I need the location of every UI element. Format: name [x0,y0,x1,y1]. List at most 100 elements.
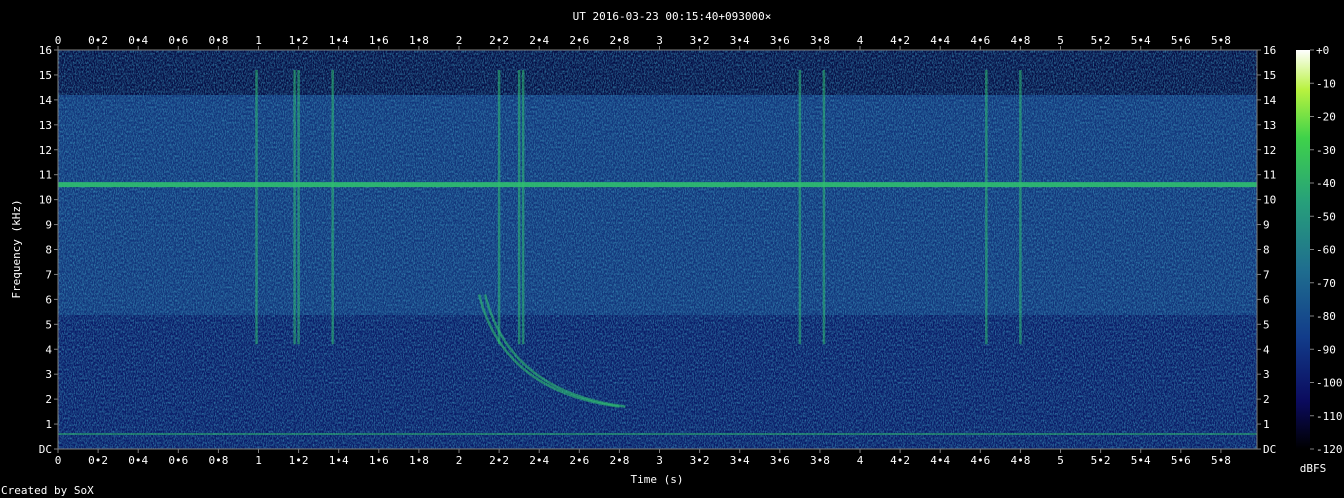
x-tick-label: 4•2 [890,34,910,47]
y-tick-label: 15 [1263,69,1276,82]
x-tick-label: 2•8 [609,454,629,467]
x-tick-label: 2•2 [489,34,509,47]
x-tick-label: 1•6 [369,34,389,47]
x-tick-label: 0•2 [88,34,108,47]
x-tick-label: 4 [857,34,864,47]
y-tick-label: 3 [45,368,52,381]
x-tick-label: 1•6 [369,454,389,467]
y-tick-label: 1 [1263,418,1270,431]
x-tick-label: 5 [1057,454,1064,467]
colorbar-tick-label: -10 [1316,77,1336,90]
y-tick-label: 16 [1263,44,1276,57]
chart-title: UT 2016-03-23 00:15:40+093000× [573,10,772,23]
x-tick-label: 4 [857,454,864,467]
x-tick-label: 4•6 [970,454,990,467]
plot-area [57,49,1258,450]
x-tick-label: 3•6 [770,454,790,467]
x-tick-label: 1•2 [289,454,309,467]
y-tick-label: 5 [45,318,52,331]
y-tick-label: 14 [1263,94,1277,107]
x-axis-label: Time (s) [631,473,684,486]
x-tick-label: 0•6 [168,34,188,47]
x-tick-label: 5•8 [1211,34,1231,47]
colorbar-gradient [1296,50,1310,449]
x-axis-bottom: 0 0•2 0•4 0•6 0•8 1 1•2 1•4 1•6 1•8 2 2•2 2•4 2•6 2•8 3… [55,449,1231,467]
y-tick-label: 14 [39,94,53,107]
y-tick-label: 10 [1263,194,1276,207]
y-tick-label: 1 [45,418,52,431]
colorbar-tick-label: +0 [1316,44,1329,57]
x-tick-label: 2•8 [609,34,629,47]
x-tick-label: 4•4 [930,454,950,467]
y-tick-label: 6 [1263,293,1270,306]
x-tick-label: 5•4 [1131,34,1151,47]
x-tick-label: 0•4 [128,454,148,467]
y-tick-label: 4 [1263,343,1270,356]
y-tick-label: 13 [39,119,52,132]
y-tick-label: 8 [45,244,52,257]
x-tick-label: 4•8 [1010,34,1030,47]
colorbar-tick-label: -60 [1316,244,1336,257]
y-tick-label: 16 [39,44,52,57]
y-tick-label: 3 [1263,368,1270,381]
colorbar-tick-label: -120 [1316,443,1343,456]
colorbar: +0 -10 -20 -30 -40 -50 -60 -70 -80 -90 -100 -110 -12… [1296,44,1343,475]
y-tick-label: 6 [45,293,52,306]
colorbar-tick-label: -70 [1316,277,1336,290]
x-tick-label: 5•8 [1211,454,1231,467]
x-tick-label: 4•4 [930,34,950,47]
y-tick-label: DC [39,443,52,456]
x-tick-label: 5 [1057,34,1064,47]
x-tick-label: 0•6 [168,454,188,467]
x-tick-label: 1 [255,454,262,467]
plot-noise-texture [58,50,1257,449]
colorbar-tick-label: -40 [1316,177,1336,190]
y-tick-label: 7 [45,268,52,281]
x-tick-label: 2•6 [569,454,589,467]
credit-text: Created by SoX [1,484,94,497]
colorbar-tick-label: -90 [1316,343,1336,356]
y-tick-label: 9 [45,219,52,232]
y-axis-label: Frequency (kHz) [10,199,23,298]
y-tick-label: 15 [39,69,52,82]
spectrogram-chart: UT 2016-03-23 00:15:40+093000× 0 0•2 0•4 0•… [10,10,1343,486]
x-tick-label: 0•4 [128,34,148,47]
y-tick-label: 5 [1263,318,1270,331]
y-tick-label: 7 [1263,268,1270,281]
x-tick-label: 3•8 [810,34,830,47]
colorbar-tick-label: -100 [1316,377,1343,390]
x-tick-label: 3 [656,454,663,467]
y-tick-label: 2 [45,393,52,406]
x-tick-label: 1•2 [289,34,309,47]
x-tick-label: 1•8 [409,454,429,467]
y-tick-label: 4 [45,343,52,356]
y-tick-label: 11 [39,169,52,182]
x-tick-label: 4•6 [970,34,990,47]
y-tick-label: 13 [1263,119,1276,132]
x-tick-label: 3 [656,34,663,47]
x-tick-label: 3•8 [810,454,830,467]
x-tick-label: 2 [456,454,463,467]
colorbar-tick-label: -30 [1316,144,1336,157]
x-tick-label: 0 [55,34,62,47]
x-tick-label: 0•8 [208,454,228,467]
x-tick-label: 2•4 [529,34,549,47]
x-tick-label: 2•4 [529,454,549,467]
x-tick-label: 3•4 [730,34,750,47]
x-tick-label: 5•4 [1131,454,1151,467]
colorbar-tick-label: -50 [1316,210,1336,223]
x-tick-label: 5•2 [1091,454,1111,467]
x-tick-label: 5•6 [1171,34,1191,47]
x-tick-label: 0•8 [208,34,228,47]
colorbar-tick-label: -110 [1316,410,1343,423]
x-tick-label: 2 [456,34,463,47]
y-axis-left: DC12345678910111213141516 [39,44,58,456]
x-axis-top: 0 0•2 0•4 0•6 0•8 1 1•2 1•4 1•6 1•8 2 2•2 2•4 2•6 2•8 3… [55,34,1231,50]
x-tick-label: 0•2 [88,454,108,467]
y-axis-right: DC12345678910111213141516 [1257,44,1277,456]
x-tick-label: 1•4 [329,454,349,467]
x-tick-label: 4•2 [890,454,910,467]
x-tick-label: 2•2 [489,454,509,467]
x-tick-label: 3•6 [770,34,790,47]
x-tick-label: 3•2 [690,454,710,467]
